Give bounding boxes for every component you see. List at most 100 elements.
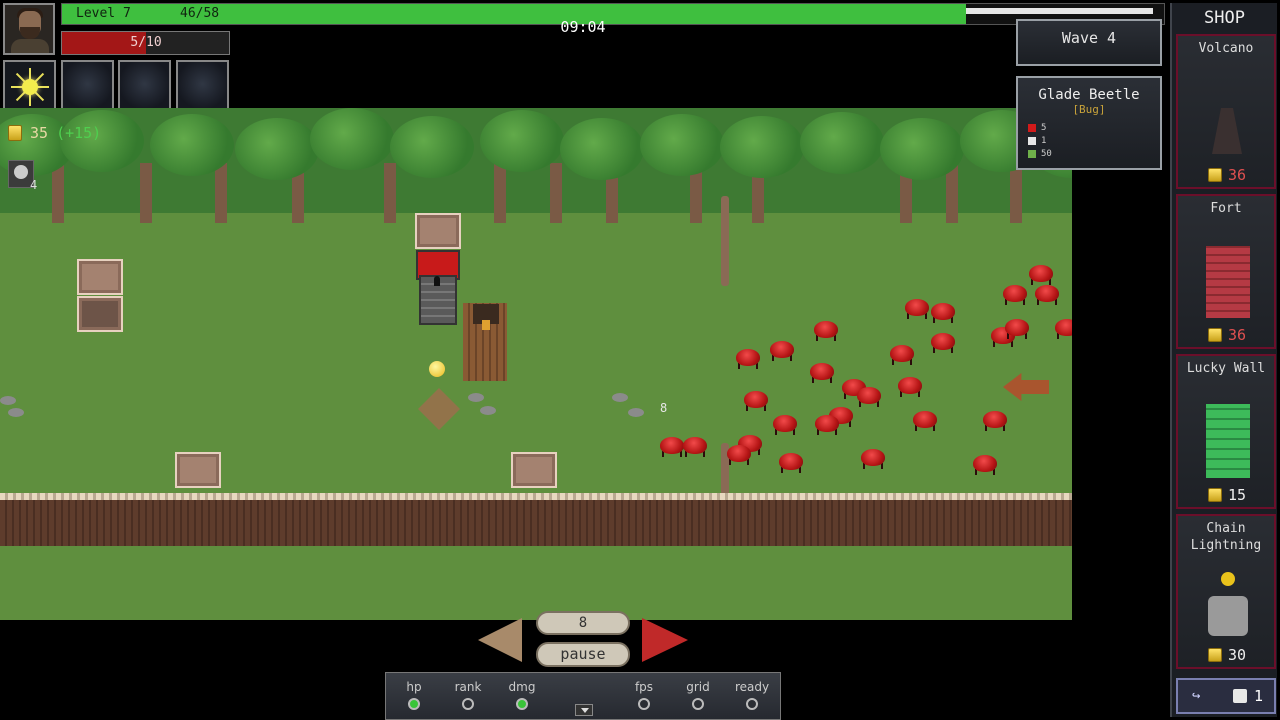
player-portrait bbox=[3, 3, 55, 55]
wave-panel: Wave 4 bbox=[1016, 19, 1162, 66]
enemy-type: [Bug] bbox=[1072, 103, 1106, 116]
shop-item-price: 15 bbox=[1208, 486, 1246, 504]
shop-item-fort[interactable]: Fort 36 bbox=[1176, 194, 1276, 349]
glade-beetle-enemy[interactable] bbox=[895, 376, 925, 398]
coin-icon bbox=[1208, 328, 1222, 342]
glade-beetle-enemy[interactable] bbox=[854, 386, 884, 408]
skill-slot-sun[interactable] bbox=[3, 60, 56, 113]
coin-icon bbox=[1208, 648, 1222, 662]
enemy-stat-speed: 1 bbox=[1028, 136, 1046, 146]
display-toggles: hp rank dmg fps grid ready bbox=[385, 672, 781, 720]
toggle-ready[interactable] bbox=[746, 698, 758, 710]
xp-value: 46/58 bbox=[180, 6, 220, 21]
volcano-icon bbox=[1212, 108, 1242, 154]
shop-item-price: 30 bbox=[1208, 646, 1246, 664]
level-label: Level 7 bbox=[76, 6, 131, 21]
glade-beetle-enemy[interactable] bbox=[1052, 318, 1072, 340]
gold-amount: 35 bbox=[30, 124, 49, 142]
shop-item-lucky-wall[interactable]: Lucky Wall 15 bbox=[1176, 354, 1276, 509]
glade-beetle-enemy[interactable] bbox=[928, 332, 958, 354]
glade-beetle-enemy[interactable] bbox=[1026, 264, 1056, 286]
speed-down-button[interactable] bbox=[478, 618, 522, 662]
enemy-spawn-arrow-icon bbox=[1003, 373, 1049, 401]
wave-progress-fill bbox=[965, 8, 1153, 14]
dice-icon bbox=[1233, 689, 1247, 703]
game-timer: 09:04 bbox=[560, 18, 606, 36]
glade-beetle-enemy[interactable] bbox=[812, 414, 842, 436]
glade-beetle-enemy[interactable] bbox=[858, 448, 888, 470]
glade-beetle-enemy[interactable] bbox=[928, 302, 958, 324]
crate[interactable] bbox=[511, 452, 557, 488]
coin-icon bbox=[1208, 488, 1222, 502]
glade-beetle-enemy[interactable] bbox=[807, 362, 837, 384]
glade-beetle-enemy[interactable] bbox=[770, 414, 800, 436]
enemy-stat-hp: 5 bbox=[1028, 123, 1046, 133]
glade-beetle-enemy[interactable] bbox=[680, 436, 710, 458]
shop-title: SHOP bbox=[1204, 8, 1245, 28]
toggle-dmg[interactable] bbox=[516, 698, 528, 710]
pause-button[interactable]: pause bbox=[536, 642, 630, 667]
shop-item-price: 36 bbox=[1208, 166, 1246, 184]
toggle-ready-label: ready bbox=[734, 680, 770, 694]
crate[interactable] bbox=[415, 213, 461, 249]
skill-slot-empty[interactable] bbox=[176, 60, 229, 113]
shop-item-chain-lightning[interactable]: Chain Lightning 30 bbox=[1176, 514, 1276, 669]
glade-beetle-enemy[interactable] bbox=[811, 320, 841, 342]
exit-icon[interactable]: ↪ bbox=[1192, 688, 1200, 704]
expand-toggles-button[interactable] bbox=[575, 704, 593, 716]
gold-orb-icon[interactable] bbox=[429, 361, 445, 377]
gold-counter: 35 (+15) bbox=[8, 124, 101, 142]
shop-item-name: Fort bbox=[1210, 201, 1242, 216]
speed-up-button[interactable] bbox=[642, 618, 688, 662]
toggle-hp-label: hp bbox=[406, 680, 422, 694]
reroll-count: 1 bbox=[1254, 687, 1264, 705]
glade-beetle-enemy[interactable] bbox=[970, 454, 1000, 476]
glade-beetle-enemy[interactable] bbox=[767, 340, 797, 362]
hp-value: 5/10 bbox=[130, 35, 162, 50]
coin-icon bbox=[1208, 168, 1222, 182]
toggle-hp[interactable] bbox=[408, 698, 420, 710]
coin-icon bbox=[8, 125, 22, 141]
crate[interactable] bbox=[175, 452, 221, 488]
speed-icon bbox=[1028, 137, 1036, 145]
shop-panel: SHOP Volcano 36 Fort 36 Lucky Wall 15 Ch… bbox=[1170, 3, 1277, 717]
skill-slot-empty[interactable] bbox=[118, 60, 171, 113]
hp-bar: 5/10 bbox=[61, 31, 230, 55]
damage-number: 8 bbox=[660, 401, 668, 415]
glade-beetle-enemy[interactable] bbox=[887, 344, 917, 366]
glade-beetle-enemy[interactable] bbox=[980, 410, 1010, 432]
glade-beetle-enemy[interactable] bbox=[1002, 318, 1032, 340]
toggle-fps[interactable] bbox=[638, 698, 650, 710]
shop-footer[interactable]: ↪ 1 bbox=[1176, 678, 1276, 714]
lock-icon bbox=[434, 276, 440, 286]
enemy-stat-reward: 50 bbox=[1028, 149, 1052, 159]
wooden-stake bbox=[721, 196, 729, 286]
crate[interactable] bbox=[77, 296, 123, 332]
toggle-rank[interactable] bbox=[462, 698, 474, 710]
game-field[interactable]: 8 bbox=[0, 108, 1072, 620]
enemy-info-panel: Glade Beetle [Bug] 5 1 50 bbox=[1016, 76, 1162, 170]
lightning-tower-icon bbox=[1208, 596, 1248, 636]
toggle-rank-label: rank bbox=[454, 680, 482, 694]
glade-beetle-enemy[interactable] bbox=[776, 452, 806, 474]
glade-beetle-enemy[interactable] bbox=[910, 410, 940, 432]
forest-border bbox=[0, 108, 1072, 223]
gold-bonus: (+15) bbox=[56, 124, 102, 142]
toggle-grid-label: grid bbox=[686, 680, 710, 694]
glade-beetle-enemy[interactable] bbox=[1000, 284, 1030, 306]
toggle-fps-label: fps bbox=[634, 680, 654, 694]
glade-beetle-enemy[interactable] bbox=[741, 390, 771, 412]
heart-icon bbox=[1028, 124, 1036, 132]
crate[interactable] bbox=[77, 259, 123, 295]
build-plot[interactable] bbox=[418, 388, 460, 430]
glade-beetle-enemy[interactable] bbox=[1032, 284, 1062, 306]
glade-beetle-enemy[interactable] bbox=[733, 348, 763, 370]
glade-beetle-enemy[interactable] bbox=[724, 444, 754, 466]
toggle-grid[interactable] bbox=[692, 698, 704, 710]
fort-icon bbox=[1206, 246, 1250, 318]
bomb-count: 4 bbox=[30, 178, 38, 192]
shop-item-volcano[interactable]: Volcano 36 bbox=[1176, 34, 1276, 189]
enemy-name: Glade Beetle bbox=[1038, 87, 1140, 103]
skill-slot-empty[interactable] bbox=[61, 60, 114, 113]
green-wall-icon bbox=[1206, 404, 1250, 478]
